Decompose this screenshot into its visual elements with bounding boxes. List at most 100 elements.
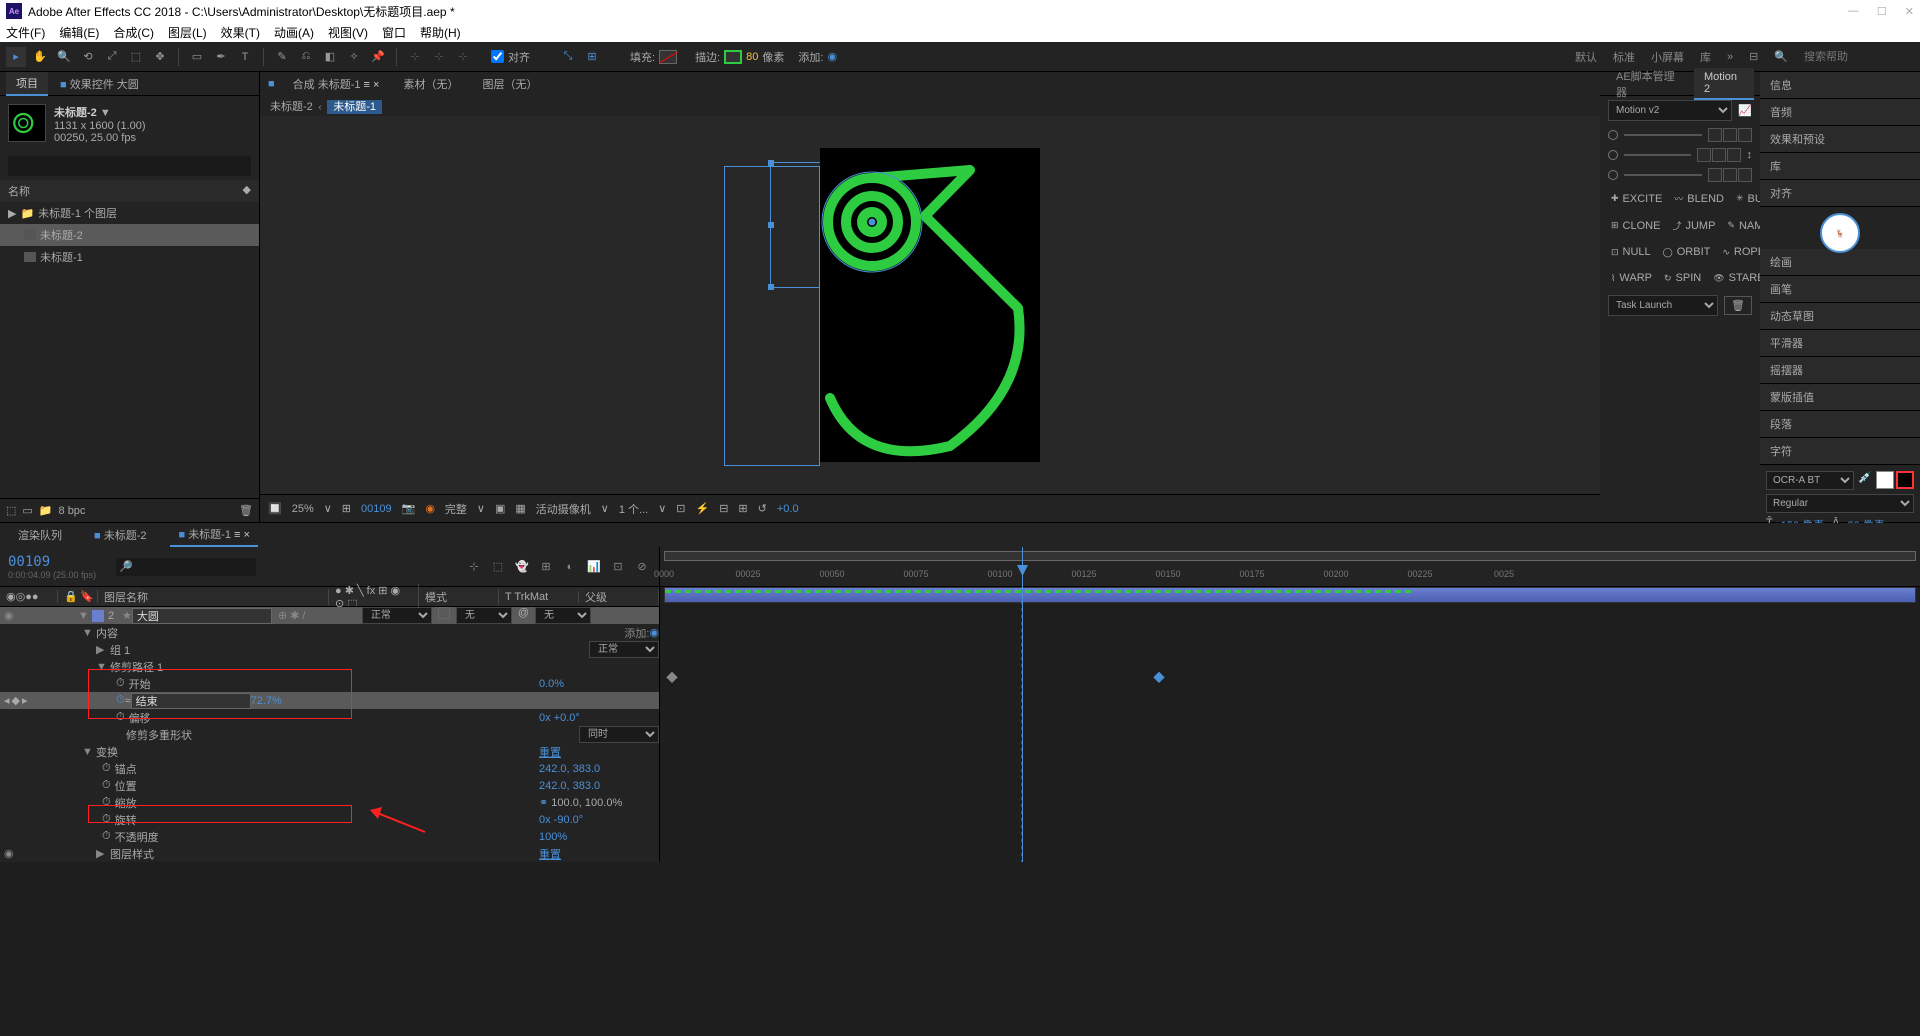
task-trash-icon[interactable]: 🗑: [1724, 296, 1752, 315]
menu-view[interactable]: 视图(V): [328, 24, 368, 41]
timeline-rows[interactable]: ◉ ▼ 2 ★ ⊕ ✱ / 正常 无 @ 无: [0, 607, 659, 862]
menu-edit[interactable]: 编辑(E): [59, 24, 99, 41]
keyframe[interactable]: [666, 672, 677, 683]
stopwatch-icon[interactable]: ⏱: [116, 711, 125, 724]
selection-tool-icon[interactable]: ▸: [6, 47, 26, 67]
deer-badge-icon[interactable]: 🦌: [1820, 213, 1860, 253]
prop-position[interactable]: ⏱位置242.0, 383.0: [0, 777, 659, 794]
prop-offset[interactable]: ⏱偏移0x +0.0°: [0, 709, 659, 726]
transparency-icon[interactable]: ▦: [515, 502, 525, 515]
menu-animation[interactable]: 动画(A): [274, 24, 314, 41]
panel-wiggler[interactable]: 摇摆器: [1760, 357, 1920, 384]
text-tool-icon[interactable]: T: [235, 47, 255, 67]
camera-tool-icon[interactable]: ⬚: [126, 47, 146, 67]
anchor-grid-mid[interactable]: [1697, 148, 1741, 162]
add-kf-icon[interactable]: ◆: [12, 694, 20, 707]
hide-shy-icon[interactable]: 👻: [513, 558, 531, 576]
snap-edge-icon[interactable]: ⤡: [558, 47, 578, 67]
new-folder-icon[interactable]: 📁: [39, 504, 53, 517]
quality-dropdown[interactable]: 完整: [445, 501, 467, 517]
keyframe-selected[interactable]: [1153, 672, 1164, 683]
menu-layer[interactable]: 图层(L): [168, 24, 207, 41]
tab-effect-controls[interactable]: ■ 效果控件 大圆: [50, 73, 149, 95]
close-button[interactable]: ✕: [1905, 5, 1914, 18]
timeline-search-input[interactable]: [116, 558, 256, 576]
trkmat-select[interactable]: 无: [456, 607, 512, 624]
auto-kf-icon[interactable]: ⊘: [633, 558, 651, 576]
project-item-comp[interactable]: 未标题-2: [0, 224, 259, 246]
hand-tool-icon[interactable]: ✋: [30, 47, 50, 67]
label-color[interactable]: [92, 610, 104, 622]
menu-window[interactable]: 窗口: [382, 24, 406, 41]
time-ruler[interactable]: 0000000250005000075001000012500150001750…: [660, 547, 1920, 587]
menu-effect[interactable]: 效果(T): [221, 24, 260, 41]
trash-icon[interactable]: 🗑: [239, 504, 253, 517]
current-time[interactable]: 00109: [8, 554, 96, 570]
pen-tool-icon[interactable]: ✒: [211, 47, 231, 67]
stopwatch-icon[interactable]: ⏱: [102, 779, 111, 792]
stopwatch-icon[interactable]: ⏱: [116, 677, 125, 690]
prop-trim[interactable]: ▼修剪路径 1: [0, 658, 659, 675]
col-layername[interactable]: 图层名称: [98, 589, 329, 605]
col-mode[interactable]: 模式: [419, 589, 499, 605]
workspace-overflow-icon[interactable]: »: [1727, 51, 1733, 63]
layer-name-input[interactable]: [132, 608, 272, 624]
blend-mode-select[interactable]: 正常: [362, 607, 432, 624]
font-weight-select[interactable]: Regular: [1766, 494, 1914, 513]
stroke-width[interactable]: 80: [746, 51, 758, 63]
eyedropper-icon[interactable]: 💉: [1858, 471, 1872, 494]
slider1-radio[interactable]: [1608, 130, 1618, 140]
workspace-standard[interactable]: 标准: [1613, 49, 1635, 65]
timeline-icon[interactable]: ⊟: [719, 502, 728, 515]
jump-button[interactable]: ⤴ JUMP: [1669, 216, 1718, 235]
snap-checkbox[interactable]: [491, 50, 504, 63]
motion-blur-icon[interactable]: ◐: [561, 558, 579, 576]
menu-file[interactable]: 文件(F): [6, 24, 45, 41]
slider2[interactable]: [1624, 154, 1691, 156]
comp-mini-flow-icon[interactable]: ⊹: [465, 558, 483, 576]
reset-exp-icon[interactable]: ↺: [758, 502, 767, 515]
panel-effects[interactable]: 效果和预设: [1760, 126, 1920, 153]
clone-button[interactable]: ⊞ CLONE: [1608, 217, 1663, 235]
brainstorm-icon[interactable]: ⊡: [609, 558, 627, 576]
time-display[interactable]: 00109: [361, 503, 392, 515]
project-search-input[interactable]: [8, 156, 251, 176]
zoom-dropdown[interactable]: 25%: [292, 503, 314, 515]
tab-script-manager[interactable]: AE脚本管理器: [1606, 65, 1692, 103]
spin-button[interactable]: ↻ SPIN: [1661, 269, 1704, 287]
anchor-grid-top[interactable]: [1708, 128, 1752, 142]
layer-row[interactable]: ◉ ▼ 2 ★ ⊕ ✱ / 正常 无 @ 无: [0, 607, 659, 624]
blend-button[interactable]: 〰 BLEND: [1671, 189, 1727, 208]
viewer-tab-comp[interactable]: 合成 未标题-1 ≡ ×: [287, 73, 386, 95]
add-shape-icon[interactable]: ◉: [649, 626, 659, 639]
stroke-color-swatch[interactable]: [1896, 471, 1914, 489]
view-axis-icon[interactable]: ⊹: [453, 47, 473, 67]
prev-kf-icon[interactable]: ◂: [4, 694, 10, 707]
scale-value[interactable]: ⚭ 100.0, 100.0%: [539, 796, 659, 809]
opacity-value[interactable]: 100%: [539, 831, 659, 843]
tab-project[interactable]: 项目: [6, 72, 48, 96]
orbit-button[interactable]: ◯ ORBIT: [1660, 243, 1714, 261]
prop-transform[interactable]: ▼变换重置: [0, 743, 659, 760]
panel-paragraph[interactable]: 段落: [1760, 411, 1920, 438]
camera-dropdown[interactable]: 活动摄像机: [536, 501, 591, 517]
prop-end[interactable]: ◂◆▸⏱≈72.7%: [0, 692, 659, 709]
menu-help[interactable]: 帮助(H): [420, 24, 461, 41]
frame-blend-icon[interactable]: ⊞: [537, 558, 555, 576]
search-help-input[interactable]: [1804, 51, 1904, 63]
project-tree[interactable]: ▶📁未标题-1 个图层 未标题-2 未标题-1: [0, 202, 259, 498]
tab-motion2[interactable]: Motion 2: [1694, 68, 1754, 100]
rotation-value[interactable]: 0x -90.0°: [539, 814, 659, 826]
panbehind-tool-icon[interactable]: ✥: [150, 47, 170, 67]
panel-audio[interactable]: 音频: [1760, 99, 1920, 126]
warp-button[interactable]: ⌇ WARP: [1608, 269, 1655, 287]
prop-trimmulti[interactable]: 修剪多重形状同时: [0, 726, 659, 743]
timeline-right[interactable]: 0000000250005000075001000012500150001750…: [660, 547, 1920, 862]
next-kf-icon[interactable]: ▸: [22, 694, 28, 707]
layer-duration-bar[interactable]: [664, 587, 1916, 603]
comp-flow-icon[interactable]: ⊞: [738, 502, 747, 515]
composition-canvas[interactable]: [260, 116, 1600, 494]
parent-select[interactable]: 无: [535, 607, 591, 624]
preserve-transparency[interactable]: [438, 607, 450, 619]
panel-smoother[interactable]: 平滑器: [1760, 330, 1920, 357]
